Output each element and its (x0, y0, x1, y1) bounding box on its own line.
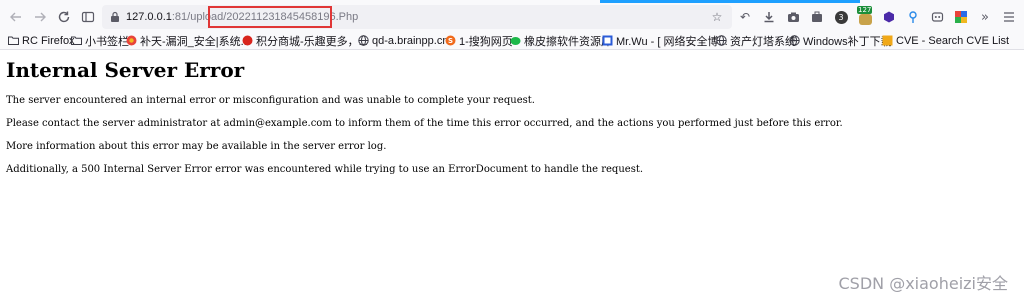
page-title: Internal Server Error (6, 58, 245, 82)
extension-button-1[interactable]: ↶ (737, 9, 753, 25)
owl-icon (858, 13, 872, 25)
bookmark-label: qd-a.brainpp.cn (372, 34, 449, 47)
hamburger-menu-icon (1004, 12, 1014, 22)
camera-icon (787, 12, 799, 22)
globe-icon (716, 35, 727, 46)
url-host: 127.0.0.1 (126, 11, 172, 23)
globe-icon (358, 35, 369, 46)
csdn-watermark: CSDN @xiaoheizi安全 (838, 274, 1009, 293)
bookmark-folder-bookmarklets[interactable]: 小书签栏 (71, 33, 129, 48)
browser-toolbar: 127.0.0.1:81/upload/202211231845458196.P… (0, 3, 1024, 31)
bookmark-star-button[interactable]: ☆ (709, 9, 725, 25)
svg-text:S: S (448, 37, 453, 45)
bookmark-label: RC Firefox (22, 34, 75, 47)
error-paragraph-2: Please contact the server administrator … (6, 118, 843, 129)
forward-button[interactable] (30, 7, 50, 27)
extension-button-6[interactable] (905, 9, 921, 25)
bookmark-asset-lighthouse[interactable]: 资产灯塔系统 (716, 33, 796, 48)
bookmark-cve-search[interactable]: CVE - Search CVE List (882, 33, 1009, 48)
extension-button-2[interactable] (809, 9, 825, 25)
extension-button-8[interactable] (953, 9, 969, 25)
screenshot-button[interactable] (785, 9, 801, 25)
robot-icon (931, 12, 943, 22)
error-paragraph-4: Additionally, a 500 Internal Server Erro… (6, 164, 644, 175)
bookmark-label: 补天-漏洞_安全|系统... (140, 35, 250, 48)
cve-logo-icon (882, 35, 893, 46)
sogou-logo-icon: S (445, 35, 456, 46)
address-bar[interactable]: 127.0.0.1:81/upload/202211231845458196.P… (102, 5, 732, 29)
extension-button-4[interactable]: 127 (857, 6, 873, 25)
sidebar-toggle-button[interactable] (78, 7, 98, 27)
download-icon (764, 12, 774, 23)
bookmark-eraser-software[interactable]: 橡皮擦软件资源库 (510, 33, 612, 48)
extension-button-5[interactable] (881, 9, 897, 25)
folder-icon (8, 36, 19, 45)
green-logo-icon (510, 37, 521, 45)
count-badge-icon: 3 (834, 10, 848, 24)
star-icon: ☆ (711, 10, 723, 24)
error-paragraph-1: The server encountered an internal error… (6, 95, 535, 106)
arrow-right-icon (35, 12, 46, 22)
bookmark-butian[interactable]: 补天-漏洞_安全|系统... (126, 33, 250, 48)
bookmark-label: Windows补丁下载 (803, 35, 892, 48)
bookmark-label: 橡皮擦软件资源库 (524, 35, 612, 48)
bookmarks-toolbar: RC Firefox 小书签栏 补天-漏洞_安全|系统... 积分商城-乐趣更多… (0, 31, 1024, 50)
double-chevron-right-icon: » (981, 9, 989, 25)
bookmark-label: 积分商城-乐趣更多，... (256, 35, 368, 48)
bookmark-folder-rc-firefox[interactable]: RC Firefox (8, 33, 75, 48)
sidebar-icon (81, 11, 95, 23)
folder-icon (71, 36, 82, 45)
page-content: Internal Server Error The server encount… (0, 50, 1024, 302)
bookmark-label: CVE - Search CVE List (896, 34, 1010, 47)
undo-icon: ↶ (739, 10, 751, 24)
briefcase-icon (812, 11, 822, 22)
back-button[interactable] (6, 7, 26, 27)
colorful-extension-icon (955, 11, 967, 23)
extension-button-3[interactable]: 3 (833, 9, 849, 25)
downloads-button[interactable] (761, 9, 777, 25)
bookmark-points-mall[interactable]: 积分商城-乐趣更多，... (242, 33, 368, 48)
globe-icon (789, 35, 800, 46)
reload-icon (58, 11, 70, 23)
app-menu-button[interactable] (1001, 9, 1017, 25)
arrow-left-icon (10, 12, 21, 22)
page-info-icon[interactable] (110, 11, 120, 23)
extension-button-7[interactable] (929, 9, 945, 25)
bookmark-label: 资产灯塔系统 (730, 35, 796, 48)
reload-button[interactable] (54, 7, 74, 27)
bookmark-label: Mr.Wu - [ 网络安全博... (616, 35, 728, 48)
extension-badge: 127 (857, 6, 873, 14)
hexagon-icon (884, 11, 894, 23)
bookmark-mrwu-blog[interactable]: Mr.Wu - [ 网络安全博... (602, 33, 728, 48)
blog-logo-icon (602, 35, 613, 46)
filename-highlight-box (208, 6, 332, 28)
error-paragraph-3: More information about this error may be… (6, 141, 387, 152)
bookmark-brainpp[interactable]: qd-a.brainpp.cn (358, 33, 448, 48)
bookmark-label: 1-搜狗网页 (459, 35, 513, 48)
butian-logo-icon (126, 35, 137, 46)
bookmark-label: 小书签栏 (85, 35, 129, 48)
location-pin-icon (909, 10, 917, 23)
bookmark-sogou[interactable]: S 1-搜狗网页 (445, 33, 513, 48)
bookmark-windows-patch[interactable]: Windows补丁下载 (789, 33, 892, 48)
red-circle-logo-icon (242, 35, 253, 46)
overflow-chevron-button[interactable]: » (977, 9, 993, 25)
